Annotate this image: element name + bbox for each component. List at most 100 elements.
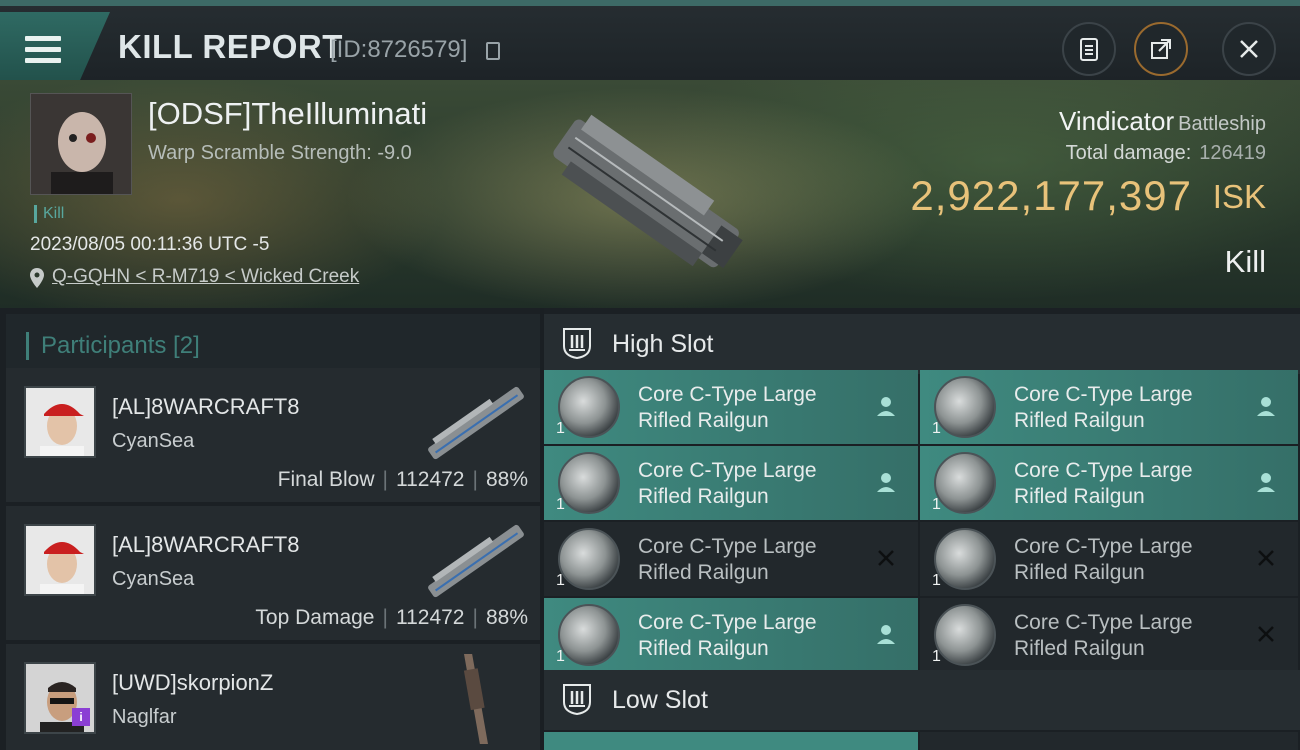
- share-button[interactable]: [1134, 22, 1188, 76]
- victim-ship-image: [553, 114, 743, 269]
- module-item[interactable]: 1 Core C-Type Large Rifled Railgun: [544, 446, 918, 520]
- module-item[interactable]: 1 Core C-Type Large Rifled Railgun: [544, 522, 918, 596]
- person-icon: [877, 397, 895, 416]
- close-button[interactable]: [1222, 22, 1276, 76]
- module-name: Core C-Type Large Rifled Railgun: [638, 383, 817, 432]
- participant-ship-image: [428, 524, 524, 598]
- railgun-icon: [934, 452, 996, 514]
- person-icon: [877, 473, 895, 492]
- railgun-icon: [558, 452, 620, 514]
- victim-name[interactable]: [ODSF]TheIlluminati: [148, 96, 427, 132]
- low-slot-icon: [563, 684, 591, 716]
- participant-ship: Naglfar: [112, 706, 177, 728]
- high-slot-title: High Slot: [612, 330, 714, 358]
- avatar[interactable]: [24, 524, 96, 596]
- module-item[interactable]: 1 Core C-Type Large Rifled Railgun: [544, 598, 918, 672]
- total-damage-value: 126419: [1199, 142, 1266, 164]
- participant-ship: CyanSea: [112, 568, 195, 590]
- participant-damage: 112472: [395, 468, 465, 491]
- low-slot-title: Low Slot: [612, 686, 708, 714]
- module-item[interactable]: [544, 732, 918, 750]
- participant-damage: 112472: [395, 606, 465, 629]
- module-item[interactable]: 1 Core C-Type Large Rifled Railgun: [544, 370, 918, 444]
- railgun-icon: [558, 528, 620, 590]
- total-damage-label: Total damage:: [1065, 142, 1192, 164]
- kill-tag: Kill: [34, 205, 64, 223]
- top-bar: KILL REPORT [ID:8726579]: [0, 0, 1300, 82]
- railgun-icon: [558, 376, 620, 438]
- module-quantity: 1: [556, 648, 565, 665]
- participant-ship: CyanSea: [112, 430, 195, 452]
- ship-class: Battleship: [1178, 113, 1266, 135]
- location-link[interactable]: Q-GQHN < R-M719 < Wicked Creek: [52, 266, 359, 287]
- info-badge-icon: i: [72, 708, 90, 726]
- participant-name[interactable]: [AL]8WARCRAFT8: [112, 532, 299, 558]
- low-slot-header: Low Slot: [544, 670, 1300, 730]
- victim-portrait[interactable]: [30, 93, 132, 195]
- module-item[interactable]: 1 Core C-Type Large Rifled Railgun: [920, 370, 1298, 444]
- participant-stats: Final Blow | 112472 | 88%: [277, 468, 528, 491]
- participants-title: Participants [2]: [26, 332, 200, 360]
- module-name: Core C-Type Large Rifled Railgun: [638, 459, 817, 508]
- participant-row[interactable]: [AL]8WARCRAFT8 CyanSea Top Damage | 112472…: [6, 506, 540, 640]
- fitting-panel: High Slot 1 Core C-Type Large Rifled Rail…: [544, 308, 1300, 750]
- railgun-icon: [558, 604, 620, 666]
- module-item[interactable]: 1 Core C-Type Large Rifled Railgun: [920, 522, 1298, 596]
- clipboard-icon: [1080, 38, 1098, 61]
- x-icon: [1258, 550, 1274, 566]
- isk-value: 2,922,177,397: [910, 172, 1192, 219]
- report-id: [ID:8726579]: [330, 36, 468, 63]
- module-quantity: 1: [556, 496, 565, 513]
- location-pin-icon: [30, 268, 44, 288]
- participant-stats: Top Damage | 112472 | 88%: [255, 606, 528, 629]
- warp-scramble-strength: Warp Scramble Strength: -9.0: [148, 142, 412, 164]
- kill-banner: [ODSF]TheIlluminati Warp Scramble Streng…: [0, 80, 1300, 308]
- module-quantity: 1: [932, 648, 941, 665]
- high-slot-header: High Slot: [544, 314, 1300, 374]
- module-quantity: 1: [932, 420, 941, 437]
- module-name: Core C-Type Large Rifled Railgun: [638, 611, 817, 660]
- close-icon: [1240, 40, 1258, 58]
- participant-role: Top Damage: [255, 606, 375, 629]
- railgun-icon: [934, 528, 996, 590]
- x-icon: [878, 550, 894, 566]
- kill-result: Kill: [1224, 244, 1266, 279]
- menu-icon: [25, 36, 61, 64]
- kill-location[interactable]: Q-GQHN < R-M719 < Wicked Creek: [30, 266, 359, 288]
- copy-icon[interactable]: [486, 42, 500, 60]
- module-name: Core C-Type Large Rifled Railgun: [1014, 459, 1193, 508]
- module-quantity: 1: [932, 572, 941, 589]
- participant-percent: 88%: [485, 606, 528, 629]
- module-item[interactable]: 1 Core C-Type Large Rifled Railgun: [920, 598, 1298, 672]
- participant-name[interactable]: [AL]8WARCRAFT8: [112, 394, 299, 420]
- participant-row[interactable]: [AL]8WARCRAFT8 CyanSea Final Blow | 112472…: [6, 368, 540, 502]
- module-quantity: 1: [556, 420, 565, 437]
- module-item[interactable]: 1 Core C-Type Large Rifled Railgun: [920, 446, 1298, 520]
- participant-row[interactable]: i [UWD]skorpionZ Naglfar: [6, 644, 540, 750]
- participant-name[interactable]: [UWD]skorpionZ: [112, 670, 273, 696]
- module-quantity: 1: [556, 572, 565, 589]
- module-item[interactable]: [920, 732, 1298, 750]
- clipboard-button[interactable]: [1062, 22, 1116, 76]
- participants-header: Participants [2]: [6, 314, 540, 370]
- participant-percent: 88%: [485, 468, 528, 491]
- module-name: Core C-Type Large Rifled Railgun: [1014, 383, 1193, 432]
- total-damage: Total damage: 126419: [1066, 142, 1266, 165]
- ship-name[interactable]: Vindicator: [1059, 106, 1174, 136]
- page-title: KILL REPORT: [118, 28, 343, 65]
- participants-panel: Participants [2] [AL]8WARCRAFT8 CyanSea …: [0, 308, 540, 750]
- kill-datetime: 2023/08/05 00:11:36 UTC -5: [30, 234, 270, 255]
- module-quantity: 1: [932, 496, 941, 513]
- victim-ship-type: Vindicator Battleship: [1059, 106, 1266, 137]
- module-name: Core C-Type Large Rifled Railgun: [1014, 535, 1193, 584]
- participant-ship-image: [428, 386, 524, 460]
- avatar[interactable]: [24, 386, 96, 458]
- share-icon: [1151, 39, 1171, 59]
- menu-button[interactable]: [0, 12, 110, 82]
- participant-ship-image: [462, 654, 490, 744]
- railgun-icon: [934, 376, 996, 438]
- module-name: Core C-Type Large Rifled Railgun: [638, 535, 817, 584]
- person-icon: [1257, 397, 1275, 416]
- railgun-icon: [934, 604, 996, 666]
- high-slot-icon: [563, 328, 591, 360]
